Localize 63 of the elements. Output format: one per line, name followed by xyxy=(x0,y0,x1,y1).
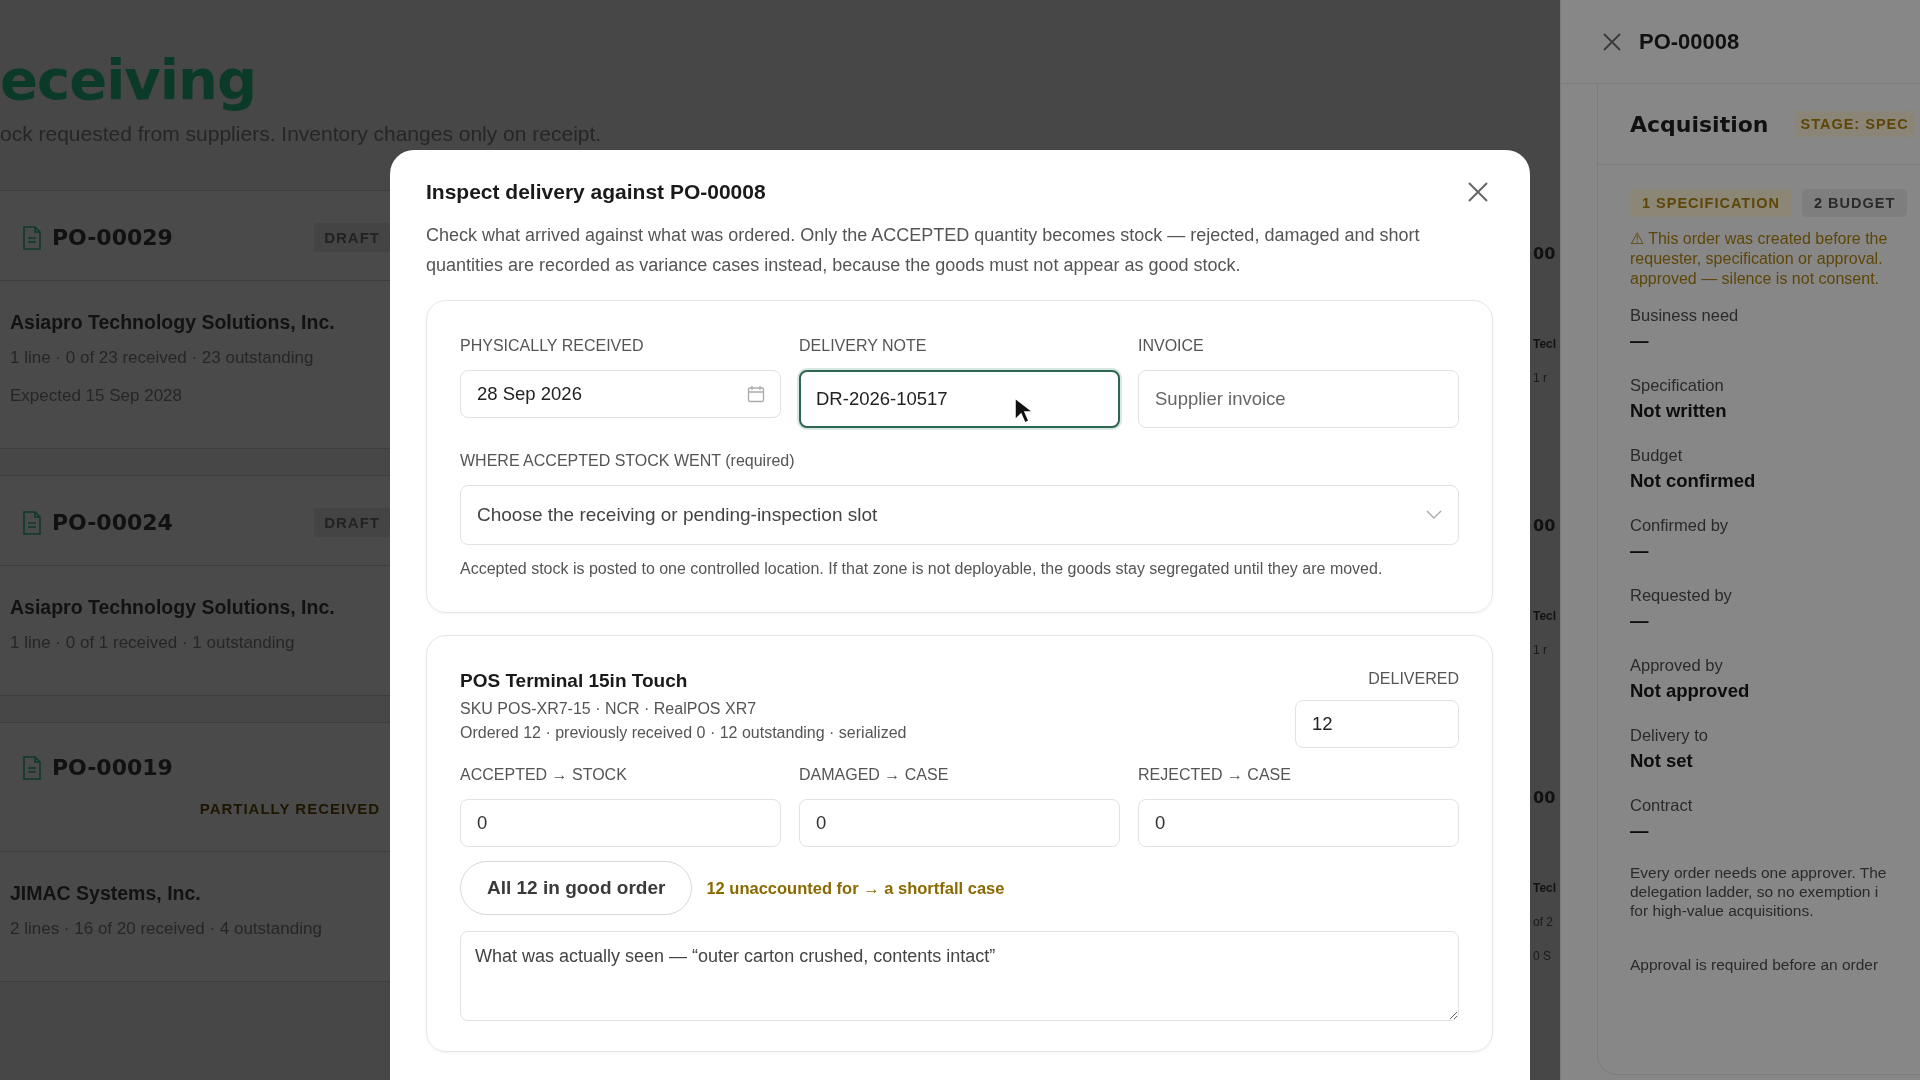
input-field[interactable]: 28 Sep 2026 xyxy=(460,370,781,418)
approver-note: Every order needs one approver. The delegation ladder, so no exemption i for high-value acquisitions. xyxy=(1630,863,1888,920)
field-label: Business need xyxy=(1630,305,1740,326)
input-field[interactable]: DR-2026-10517 xyxy=(799,370,1120,428)
order-number: PO-00024 xyxy=(52,510,174,535)
order-number: PO-00019 xyxy=(52,755,174,780)
stage-badge: STAGE: SPEC xyxy=(1794,111,1915,137)
fill-button[interactable]: All 12 in good order xyxy=(460,861,693,915)
field-label: Budget xyxy=(1630,445,1684,466)
approval-note: Approval is required before an order xyxy=(1630,956,1880,974)
field-value: — xyxy=(1630,819,1650,843)
supplier-name: Asiapro Technology Solutions, Inc. xyxy=(10,311,336,334)
location-select[interactable]: Choose the receiving or pending-inspection slot xyxy=(460,485,1459,545)
field-value: Not set xyxy=(1630,749,1694,773)
quantity-field[interactable]: 0 xyxy=(460,799,781,847)
product-status: Ordered 12 · previously received 0 · 12 outstanding · serialized xyxy=(460,724,907,742)
calendar-icon[interactable] xyxy=(747,385,765,403)
field-value: Not approved xyxy=(1630,679,1751,703)
document-icon xyxy=(22,510,42,535)
location-hint: Accepted stock is posted to one controlled location. If that zone is not deployable, the goods stay segregated until they are moved. xyxy=(460,559,1384,579)
warning-text: ⚠ This order was created before the requester, specification or approval. approved — silence is not consent. xyxy=(1630,229,1889,289)
field-label: PHYSICALLY RECEIVED xyxy=(460,337,645,355)
section-title: Acquisition xyxy=(1630,111,1769,137)
chevron-down-icon xyxy=(1426,510,1442,520)
shortfall-warning: 12 unaccounted for → a shortfall case xyxy=(706,878,1005,898)
step-tab[interactable]: 2 BUDGET xyxy=(1802,189,1908,217)
product-sku: SKU POS-XR7-15 · NCR · RealPOS XR7 xyxy=(460,700,758,718)
field-label: Requested by xyxy=(1630,585,1733,606)
order-number: PO-00029 xyxy=(52,225,174,250)
field-value: Not confirmed xyxy=(1630,469,1757,493)
close-icon[interactable] xyxy=(1467,181,1489,203)
input-field[interactable]: Supplier invoice xyxy=(1138,370,1459,428)
document-icon xyxy=(22,225,42,250)
page-title: eceiving xyxy=(0,46,257,114)
quantity-field[interactable]: 0 xyxy=(1138,799,1459,847)
document-icon xyxy=(22,755,42,780)
supplier-name: JIMAC Systems, Inc. xyxy=(10,882,202,905)
field-label: ACCEPTED → STOCK xyxy=(460,766,628,784)
field-label: INVOICE xyxy=(1138,337,1205,355)
status-label: PARTIALLY RECEIVED xyxy=(198,799,381,819)
delivered-field[interactable]: 12 xyxy=(1295,700,1459,748)
field-label: DAMAGED → CASE xyxy=(799,766,950,784)
product-name: POS Terminal 15in Touch xyxy=(460,670,689,692)
note-field[interactable]: What was actually seen — “outer carton crushed, contents intact” xyxy=(460,931,1459,1021)
close-icon[interactable] xyxy=(1603,32,1621,51)
field-value: — xyxy=(1630,609,1650,633)
field-label: Confirmed by xyxy=(1630,515,1730,536)
dialog-description: Check what arrived against what was ordered. Only the ACCEPTED quantity becomes stock — rejected, damaged and short quantities are recorded as variance cases instead, because the goods must not appear as good stock. xyxy=(426,224,1421,277)
field-label: Contract xyxy=(1630,795,1694,816)
field-label: Specification xyxy=(1630,375,1725,396)
dialog-title: Inspect delivery against PO-00008 xyxy=(426,180,766,204)
field-value: — xyxy=(1630,539,1650,563)
field-label: DELIVERY NOTE xyxy=(799,337,928,355)
field-label: Delivery to xyxy=(1630,725,1709,746)
field-value: — xyxy=(1630,329,1650,353)
drawer-title: PO-00008 xyxy=(1639,28,1740,55)
quantity-field[interactable]: 0 xyxy=(799,799,1120,847)
field-label: DELIVERED xyxy=(1368,670,1459,688)
field-label: WHERE ACCEPTED STOCK WENT (required) xyxy=(460,452,796,470)
supplier-name: Asiapro Technology Solutions, Inc. xyxy=(10,596,336,619)
field-label: Approved by xyxy=(1630,655,1724,676)
field-value: Not written xyxy=(1630,399,1728,423)
field-label: REJECTED → CASE xyxy=(1138,766,1292,784)
